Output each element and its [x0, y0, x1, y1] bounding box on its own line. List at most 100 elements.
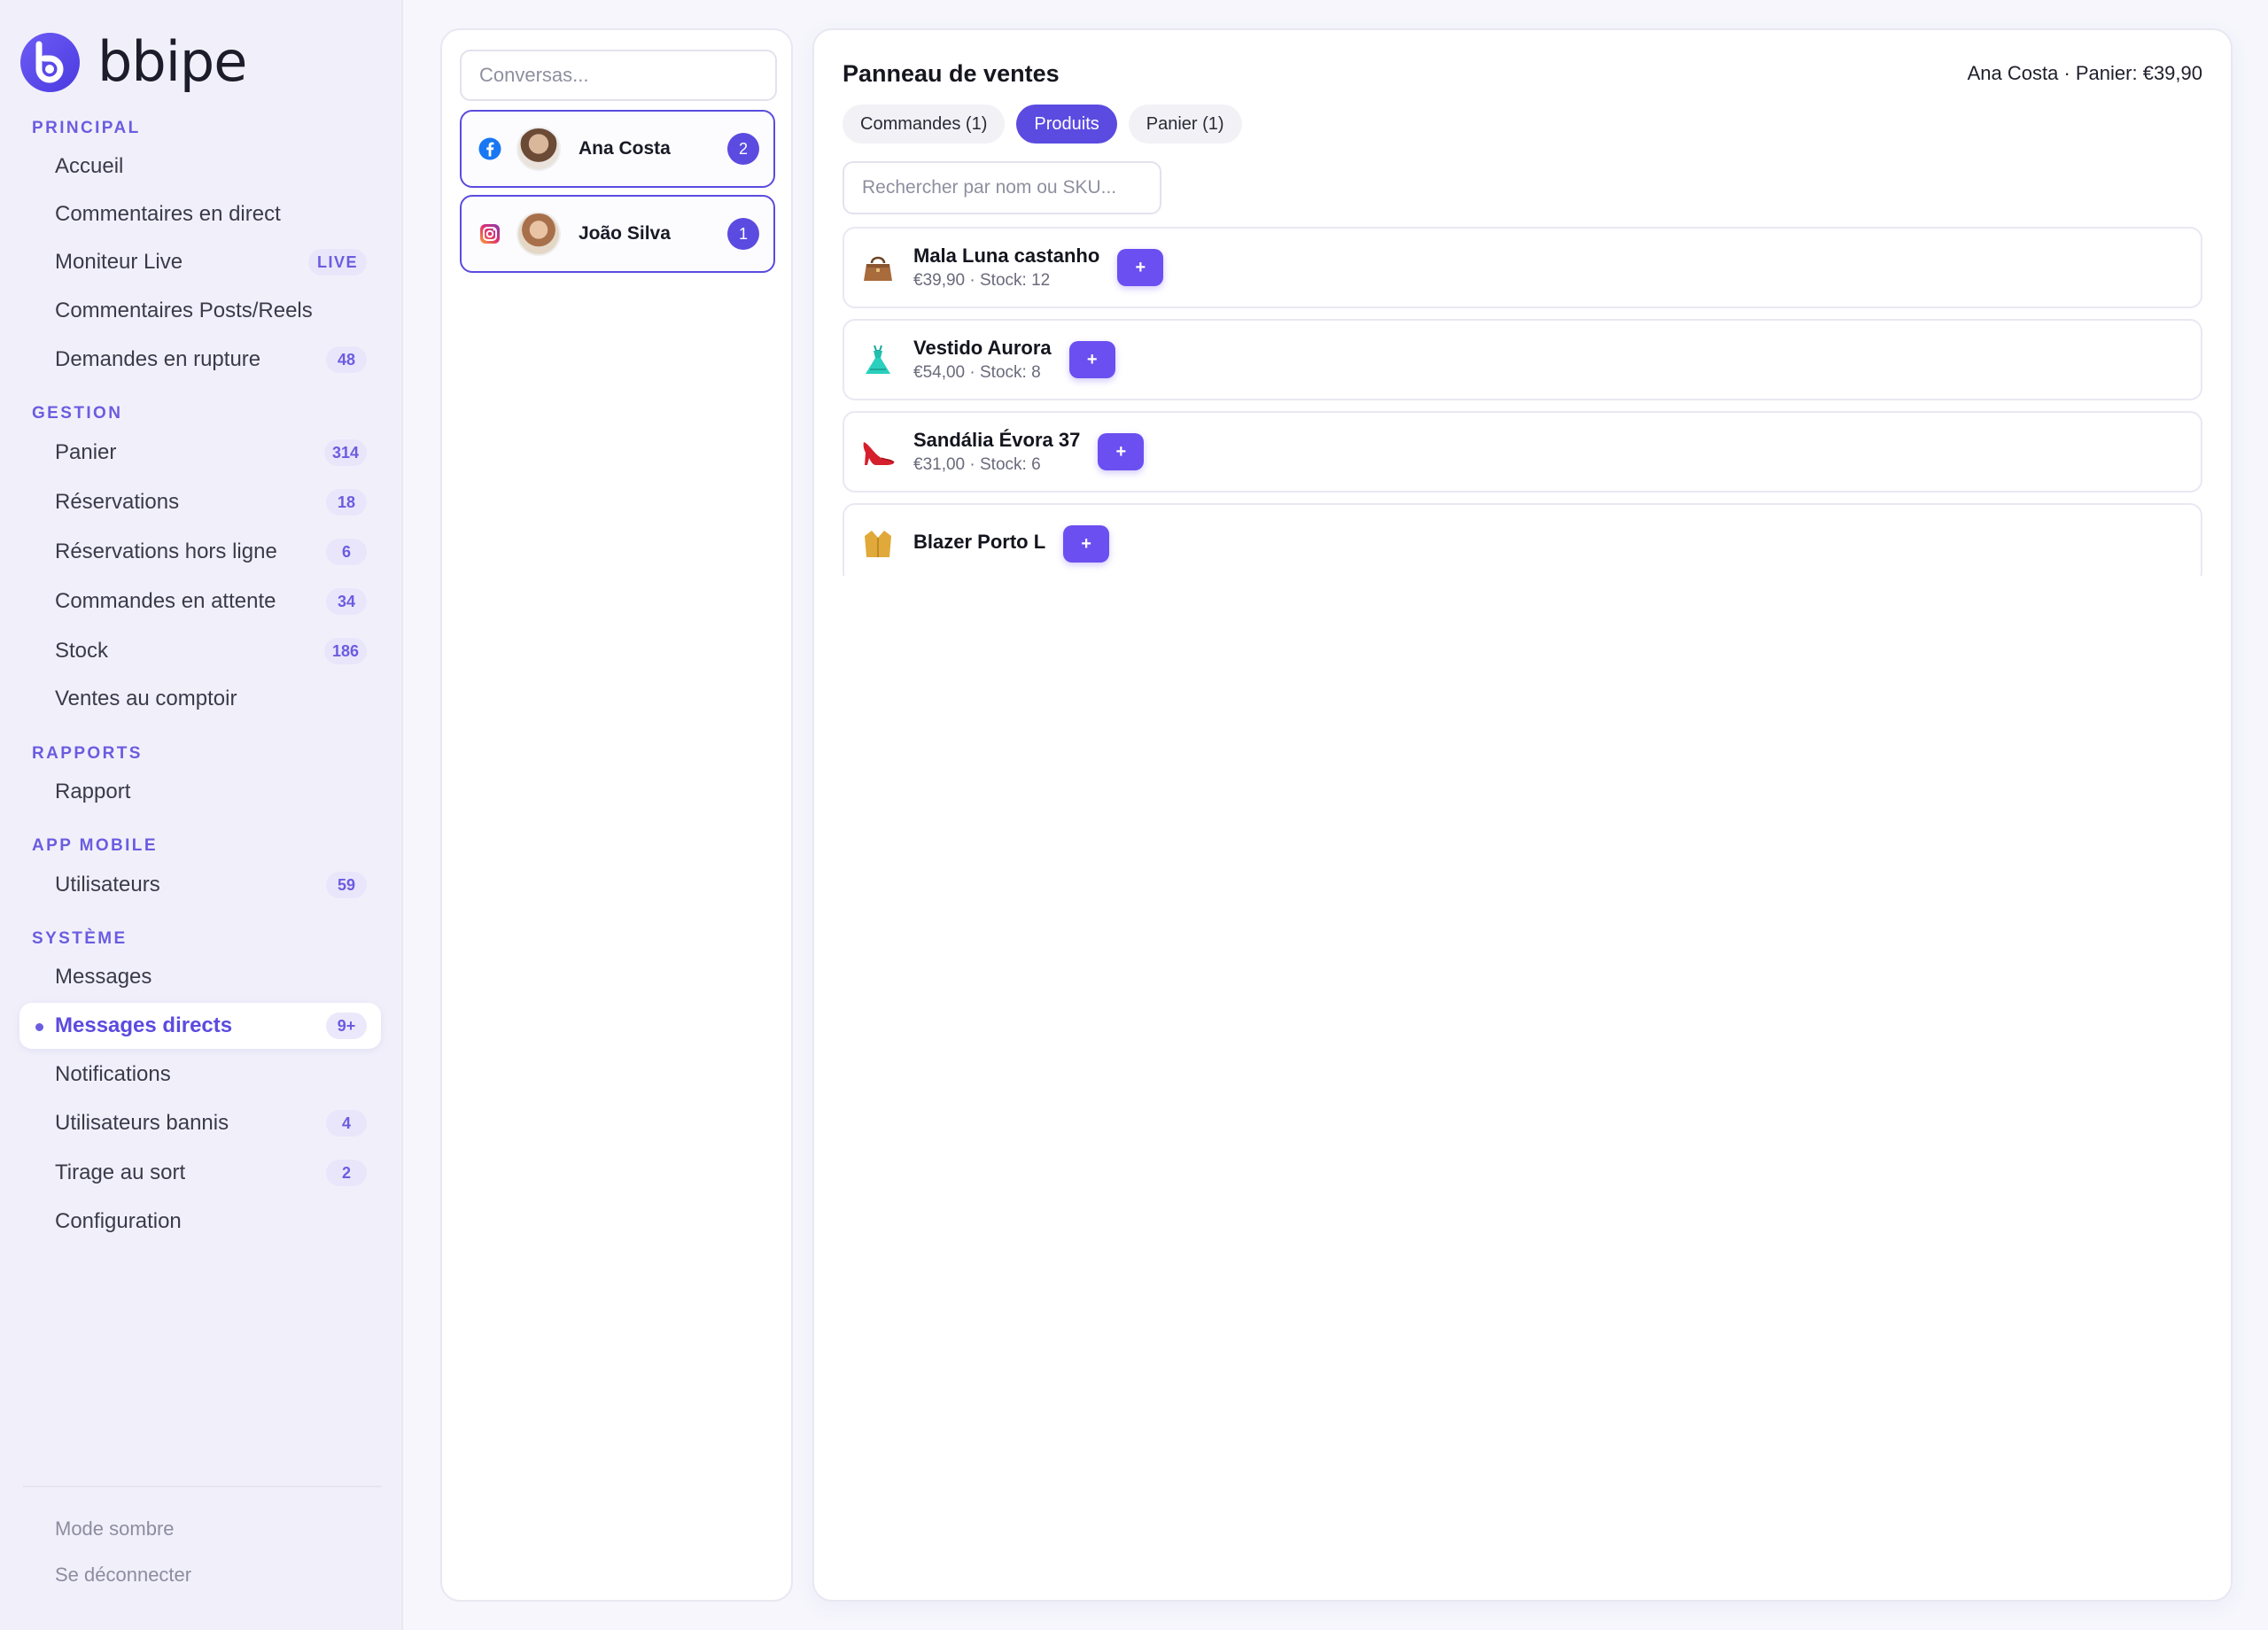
avatar [517, 127, 561, 171]
count-badge: 59 [326, 872, 367, 898]
conversation-name: Ana Costa [579, 138, 671, 159]
conversation-name: João Silva [579, 223, 671, 244]
live-badge: LIVE [307, 249, 367, 276]
product-row: Vestido Aurora €54,00 · Stock: 8 + [843, 319, 2202, 400]
sidebar-item-label: Tirage au sort [55, 1160, 186, 1184]
sidebar-item-label: Configuration [55, 1209, 182, 1233]
sales-panel: Panneau de ventes Ana Costa · Panier: €3… [812, 28, 2233, 1602]
conversation-search-input[interactable] [460, 50, 777, 101]
instagram-icon [478, 221, 502, 246]
sidebar-item-label: Réservations [55, 490, 180, 514]
sidebar: bbipe PRINCIPAL Accueil Commentaires en … [0, 0, 403, 1630]
sidebar-item-stock[interactable]: Stock 186 [19, 628, 381, 674]
count-badge: 9+ [326, 1013, 367, 1039]
product-meta: €54,00 · Stock: 8 [913, 363, 1041, 382]
count-badge: 4 [326, 1110, 367, 1137]
tab-commandes[interactable]: Commandes (1) [843, 105, 1006, 144]
count-badge: 18 [326, 489, 367, 516]
sidebar-item-messages-directs[interactable]: Messages directs 9+ [19, 1003, 381, 1049]
handbag-icon [858, 248, 897, 287]
product-row: Sandália Évora 37 €31,00 · Stock: 6 + [843, 411, 2202, 493]
sidebar-item-label: Messages directs [55, 1013, 233, 1037]
add-to-cart-button[interactable]: + [1063, 525, 1110, 563]
section-rapports: RAPPORTS [32, 744, 143, 763]
conversation-item[interactable]: João Silva 1 [460, 195, 775, 273]
product-search-input[interactable] [843, 161, 1161, 214]
sidebar-item-reservations[interactable]: Réservations 18 [19, 479, 381, 525]
sidebar-item-label: Accueil [55, 154, 124, 178]
count-badge: 48 [326, 346, 367, 373]
product-info: Mala Luna castanho €39,90 · Stock: 12 [913, 244, 1099, 291]
sidebar-item-label: Réservations hors ligne [55, 539, 277, 563]
count-badge: 2 [326, 1160, 367, 1186]
brand-name: bbipe [97, 29, 247, 94]
facebook-icon [478, 136, 502, 161]
unread-badge: 2 [727, 133, 759, 165]
sidebar-item-messages[interactable]: Messages [19, 954, 381, 1000]
count-badge: 6 [326, 539, 367, 565]
blazer-icon [858, 524, 897, 563]
product-meta: €31,00 · Stock: 6 [913, 455, 1041, 474]
sidebar-item-panier[interactable]: Panier 314 [19, 430, 381, 476]
sidebar-item-moniteur-live[interactable]: Moniteur Live LIVE [19, 239, 381, 285]
sidebar-item-utilisateurs-bannis[interactable]: Utilisateurs bannis 4 [19, 1100, 381, 1146]
logout-link[interactable]: Se déconnecter [55, 1564, 191, 1587]
sidebar-item-accueil[interactable]: Accueil [19, 144, 381, 190]
count-badge: 34 [326, 588, 367, 615]
product-info: Blazer Porto L [913, 531, 1045, 557]
count-badge: 314 [323, 439, 367, 466]
sidebar-item-ventes-comptoir[interactable]: Ventes au comptoir [19, 676, 381, 722]
add-to-cart-button[interactable]: + [1098, 433, 1145, 470]
product-name: Sandália Évora 37 [913, 429, 1081, 451]
count-badge: 186 [323, 638, 367, 664]
sidebar-divider [23, 1486, 382, 1487]
product-list: Mala Luna castanho €39,90 · Stock: 12 + … [843, 227, 2202, 576]
sidebar-item-label: Utilisateurs bannis [55, 1111, 229, 1135]
section-gestion: GESTION [32, 404, 123, 423]
sidebar-item-utilisateurs[interactable]: Utilisateurs 59 [19, 862, 381, 908]
sidebar-item-commentaires-direct[interactable]: Commentaires en direct [19, 191, 381, 237]
customer-cart-summary: Ana Costa · Panier: €39,90 [1967, 62, 2202, 84]
add-to-cart-button[interactable]: + [1117, 249, 1164, 286]
conversations-panel: Ana Costa 2 João Silva 1 [440, 28, 793, 1602]
product-row: Mala Luna castanho €39,90 · Stock: 12 + [843, 227, 2202, 308]
product-meta: €39,90 · Stock: 12 [913, 271, 1051, 290]
tab-panier[interactable]: Panier (1) [1128, 105, 1242, 144]
high-heel-icon [858, 432, 897, 471]
sidebar-item-reservations-hors-ligne[interactable]: Réservations hors ligne 6 [19, 529, 381, 575]
sidebar-item-notifications[interactable]: Notifications [19, 1052, 381, 1098]
sidebar-item-label: Ventes au comptoir [55, 687, 237, 710]
tab-produits[interactable]: Produits [1016, 105, 1117, 144]
sidebar-item-commandes-attente[interactable]: Commandes en attente 34 [19, 578, 381, 625]
conversation-item[interactable]: Ana Costa 2 [460, 110, 775, 188]
panel-title: Panneau de ventes [843, 60, 1060, 87]
dark-mode-toggle[interactable]: Mode sombre [55, 1517, 175, 1541]
product-info: Vestido Aurora €54,00 · Stock: 8 [913, 337, 1052, 383]
sidebar-item-tirage-au-sort[interactable]: Tirage au sort 2 [19, 1150, 381, 1196]
sidebar-item-configuration[interactable]: Configuration [19, 1199, 381, 1245]
sidebar-item-label: Commentaires Posts/Reels [55, 299, 313, 322]
sales-tabs: Commandes (1) Produits Panier (1) [843, 105, 1254, 144]
sidebar-item-demandes-rupture[interactable]: Demandes en rupture 48 [19, 337, 381, 383]
sidebar-item-label: Stock [55, 639, 109, 663]
sidebar-item-rapport[interactable]: Rapport [19, 769, 381, 815]
sidebar-item-label: Messages [55, 965, 152, 989]
add-to-cart-button[interactable]: + [1068, 341, 1115, 378]
sidebar-item-commentaires-posts[interactable]: Commentaires Posts/Reels [19, 288, 381, 334]
logo-mark-icon [20, 32, 80, 92]
section-principal: PRINCIPAL [32, 119, 141, 137]
sidebar-item-label: Rapport [55, 780, 131, 803]
product-name: Mala Luna castanho [913, 244, 1100, 267]
product-row: Blazer Porto L + [843, 503, 2202, 576]
active-dot-icon [35, 1023, 43, 1031]
product-name: Blazer Porto L [913, 531, 1046, 553]
sidebar-item-label: Panier [55, 440, 117, 464]
avatar [517, 212, 561, 256]
sidebar-item-label: Commentaires en direct [55, 202, 281, 226]
sidebar-item-label: Demandes en rupture [55, 347, 261, 371]
brand-logo[interactable]: bbipe [20, 29, 247, 94]
dress-icon [858, 340, 897, 379]
section-app-mobile: APP MOBILE [32, 836, 158, 855]
product-info: Sandália Évora 37 €31,00 · Stock: 6 [913, 429, 1080, 475]
sidebar-item-label: Moniteur Live [55, 250, 183, 274]
